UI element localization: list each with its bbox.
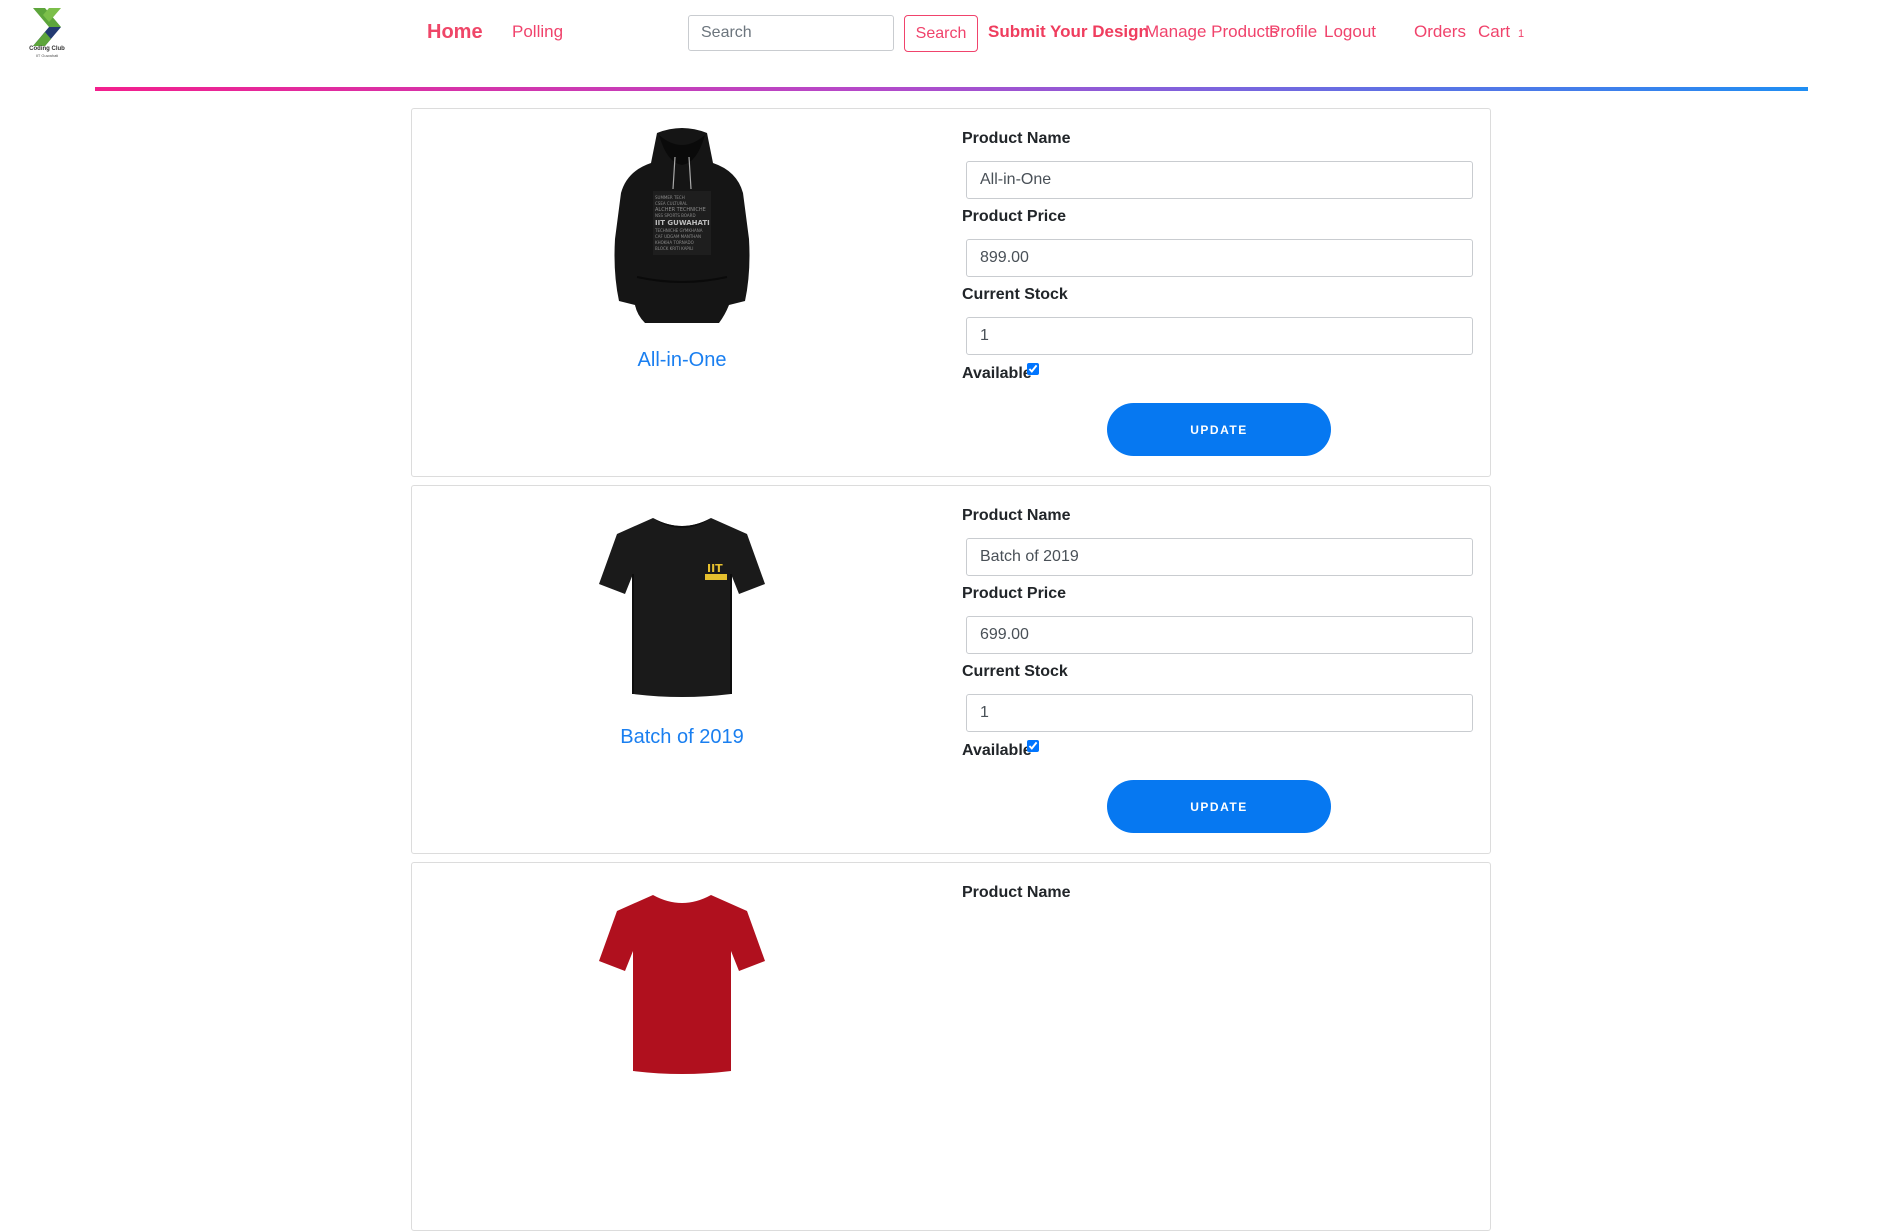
product-name-label: Product Name [962, 884, 1071, 901]
nav-logout-link[interactable]: Logout [1324, 22, 1376, 42]
nav-submit-design-link[interactable]: Submit Your Design [988, 22, 1149, 42]
product-card: SUMMER TECH CSEA CULTURAL ALCHER TECHNIC… [411, 108, 1491, 477]
svg-text:CAF UDGAM MANTHAN: CAF UDGAM MANTHAN [655, 234, 701, 239]
current-stock-label: Current Stock [962, 663, 1068, 680]
product-image-tshirt: IIT [597, 504, 767, 704]
available-label: Available [962, 742, 1032, 759]
search-input[interactable] [688, 15, 894, 51]
nav-polling-link[interactable]: Polling [512, 22, 563, 42]
current-stock-label: Current Stock [962, 286, 1068, 303]
nav-orders-link[interactable]: Orders [1414, 22, 1466, 42]
coding-club-logo-icon [33, 8, 61, 46]
svg-text:NSS SPORTS BOARD: NSS SPORTS BOARD [655, 213, 696, 218]
search-button[interactable]: Search [904, 15, 978, 52]
product-card: IIT Batch of 2019 Product Name Product P… [411, 485, 1491, 854]
svg-text:TECHNICHE GYMKHANA: TECHNICHE GYMKHANA [654, 228, 703, 233]
product-price-label: Product Price [962, 208, 1067, 225]
tshirt-image-icon: IIT [599, 518, 765, 697]
available-label: Available [962, 365, 1032, 382]
tshirt-print-text: IIT [707, 562, 723, 575]
nav-home-link[interactable]: Home [427, 21, 483, 44]
product-price-input[interactable] [966, 239, 1473, 277]
svg-text:SUMMER TECH: SUMMER TECH [655, 195, 685, 200]
hoodie-print-text: IIT GUWAHATI [655, 219, 710, 227]
nav-profile-link[interactable]: Profile [1269, 22, 1317, 42]
nav-cart-link[interactable]: Cart [1478, 22, 1510, 42]
product-title[interactable]: Batch of 2019 [512, 726, 852, 749]
product-price-label: Product Price [962, 585, 1067, 602]
svg-text:KHOKHA TORNADO: KHOKHA TORNADO [655, 240, 694, 245]
available-checkbox[interactable] [1027, 363, 1039, 375]
product-name-label: Product Name [962, 130, 1071, 147]
coding-club-logo[interactable]: Coding Club IIT Guwahati [24, 8, 70, 60]
product-card: Product Name [411, 862, 1491, 1231]
navbar: Coding Club IIT Guwahati Home Polling Se… [0, 0, 1895, 91]
cart-count-badge: 1 [1518, 28, 1525, 40]
svg-text:CSEA CULTURAL: CSEA CULTURAL [655, 201, 688, 206]
logo-subtext: IIT Guwahati [35, 53, 59, 58]
product-price-input[interactable] [966, 616, 1473, 654]
product-name-input[interactable] [966, 538, 1473, 576]
product-name-label: Product Name [962, 507, 1071, 524]
current-stock-input[interactable] [966, 694, 1473, 732]
product-image-red-tshirt [597, 881, 767, 1081]
svg-text:BLOCK KRITI KAPILI: BLOCK KRITI KAPILI [655, 246, 693, 251]
update-button[interactable]: UPDATE [1107, 780, 1331, 833]
red-tshirt-image-icon [599, 895, 765, 1074]
nav-manage-products-link[interactable]: Manage Products [1145, 22, 1278, 42]
available-checkbox[interactable] [1027, 740, 1039, 752]
product-image-hoodie: SUMMER TECH CSEA CULTURAL ALCHER TECHNIC… [597, 127, 767, 327]
update-button[interactable]: UPDATE [1107, 403, 1331, 456]
product-title[interactable]: All-in-One [512, 349, 852, 372]
logo-text: Coding Club [29, 46, 65, 52]
product-name-input[interactable] [966, 161, 1473, 199]
header-divider [95, 87, 1808, 91]
current-stock-input[interactable] [966, 317, 1473, 355]
hoodie-image-icon: SUMMER TECH CSEA CULTURAL ALCHER TECHNIC… [614, 128, 750, 323]
